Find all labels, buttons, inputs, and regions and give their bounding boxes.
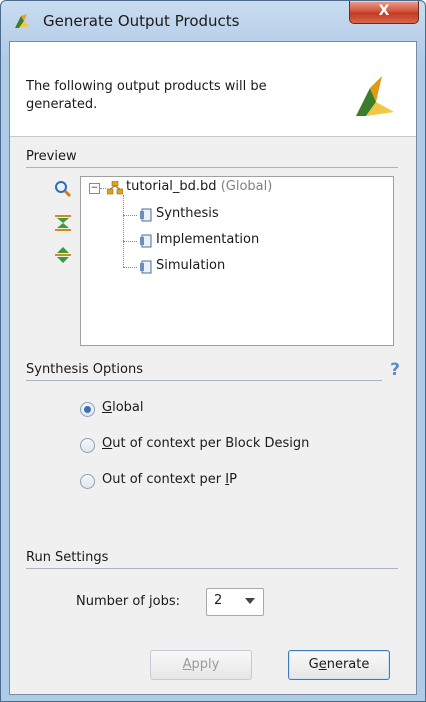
file-icon <box>140 208 152 222</box>
radio-button-ooc-ip[interactable] <box>80 474 95 489</box>
block-design-icon <box>107 181 123 195</box>
search-icon[interactable] <box>54 180 72 198</box>
window-title: Generate Output Products <box>43 12 240 30</box>
preview-divider <box>26 167 398 168</box>
tree-item-synthesis[interactable]: Synthesis <box>156 206 219 221</box>
tree-item-simulation[interactable]: Simulation <box>156 258 225 273</box>
dialog-window: Generate Output Products X The following… <box>0 0 426 702</box>
apply-button[interactable]: Apply <box>150 650 252 680</box>
run-settings-label: Run Settings <box>26 550 109 565</box>
title-bar[interactable]: Generate Output Products X <box>1 1 425 41</box>
tree-root-name: tutorial_bd.bd <box>126 179 217 194</box>
radio-label-ooc-ip: Out of context per IP <box>102 472 237 487</box>
synthesis-options-label: Synthesis Options <box>26 362 143 377</box>
dialog-body: The following output products will be ge… <box>9 41 417 695</box>
vivado-logo-icon <box>15 14 30 28</box>
preview-label: Preview <box>26 149 77 164</box>
help-icon[interactable]: ? <box>390 360 400 380</box>
synthesis-options-divider <box>26 380 382 381</box>
collapse-toggle[interactable]: − <box>89 183 100 194</box>
tree-connector <box>123 195 124 267</box>
tree-connector <box>123 241 137 242</box>
radio-label-global: Global <box>102 400 144 415</box>
tree-connector <box>100 188 106 189</box>
tree-root[interactable]: tutorial_bd.bd (Global) <box>126 179 272 194</box>
radio-button-global[interactable] <box>80 402 95 417</box>
generate-button[interactable]: Generate <box>288 650 390 680</box>
header-message: The following output products will be ge… <box>26 79 267 112</box>
close-button[interactable]: X <box>349 1 419 24</box>
jobs-label: Number of jobs: <box>76 594 181 609</box>
chevron-down-icon <box>245 598 255 604</box>
preview-tree[interactable]: − tutorial_bd.bd (Global) Synthesis Impl… <box>80 176 394 346</box>
tree-connector <box>123 215 137 216</box>
jobs-dropdown[interactable]: 2 <box>206 588 264 616</box>
radio-label-ooc-block-design: Out of context per Block Design <box>102 436 310 451</box>
file-icon <box>140 260 152 274</box>
jobs-value: 2 <box>214 593 223 608</box>
vivado-logo-icon <box>356 76 394 116</box>
tree-connector <box>123 267 137 268</box>
header-panel: The following output products will be ge… <box>10 42 416 137</box>
tree-item-implementation[interactable]: Implementation <box>156 232 259 247</box>
expand-all-icon[interactable] <box>54 246 72 264</box>
radio-button-ooc-block-design[interactable] <box>80 438 95 453</box>
collapse-all-icon[interactable] <box>54 214 72 232</box>
file-icon <box>140 234 152 248</box>
tree-root-suffix: (Global) <box>220 179 273 194</box>
run-settings-divider <box>26 568 398 569</box>
